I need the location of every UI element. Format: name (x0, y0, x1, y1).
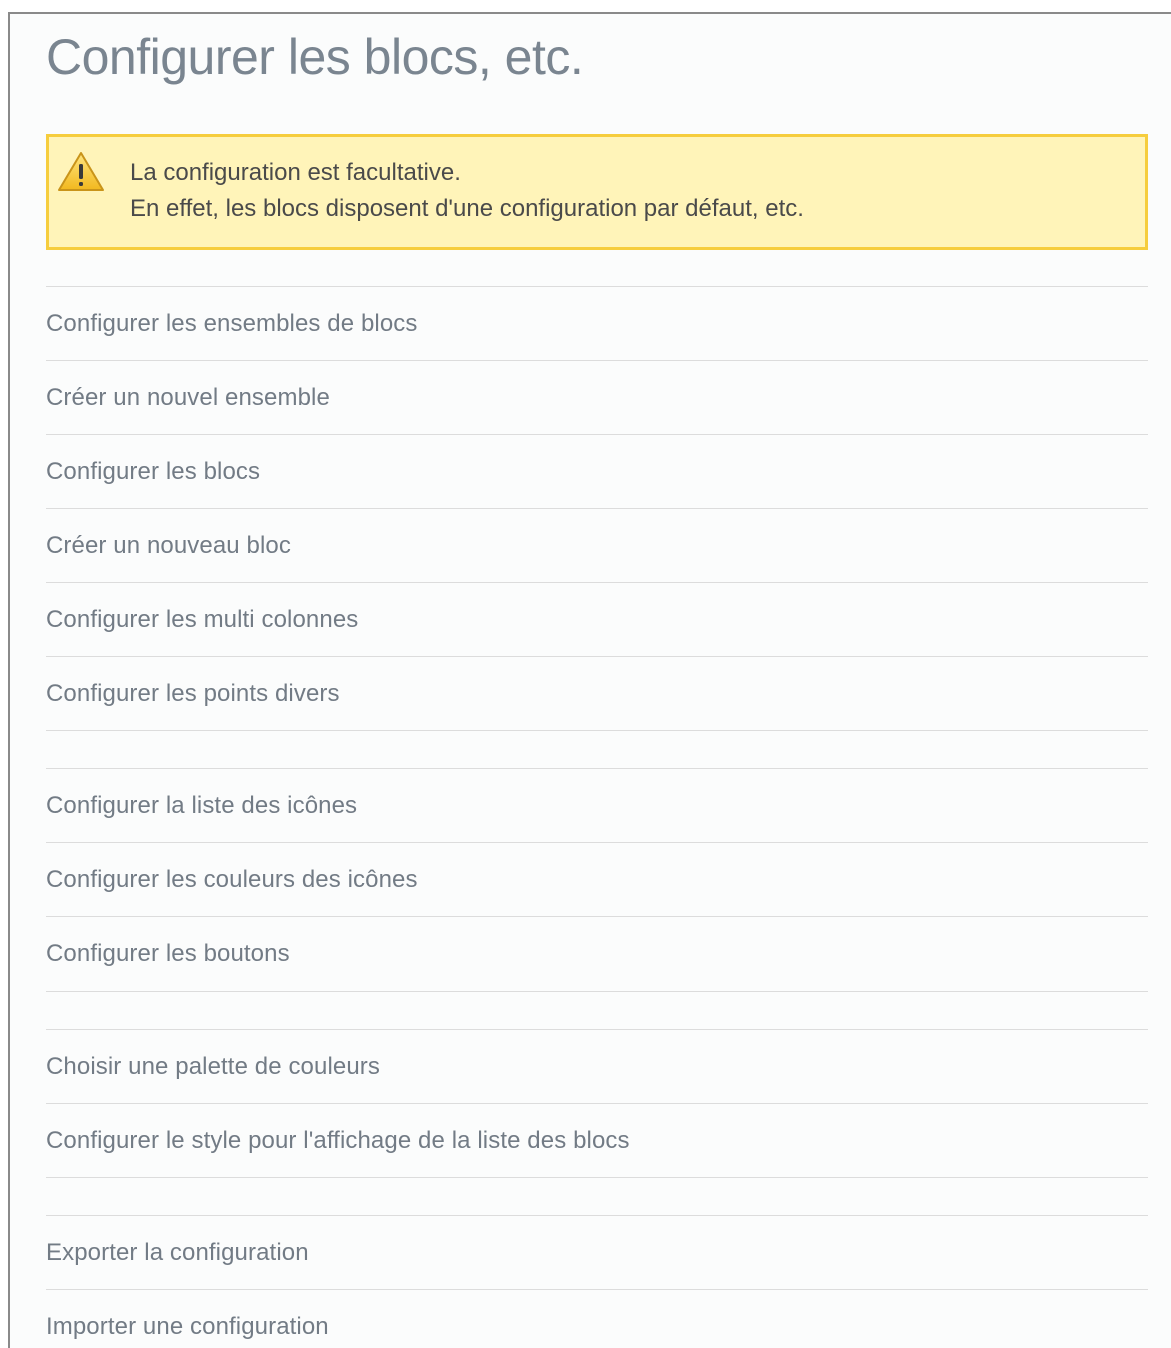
warning-triangle-icon (58, 152, 104, 191)
divider (46, 1177, 1148, 1178)
divider (46, 730, 1148, 731)
link-configure-misc-points[interactable]: Configurer les points divers (46, 657, 1148, 730)
link-configure-buttons[interactable]: Configurer les boutons (46, 917, 1148, 990)
link-import-configuration[interactable]: Importer une configuration (46, 1290, 1148, 1348)
link-export-configuration[interactable]: Exporter la configuration (46, 1216, 1148, 1289)
link-configure-blocks[interactable]: Configurer les blocs (46, 435, 1148, 508)
content-panel: Configurer les blocs, etc. La configurat… (8, 12, 1171, 1348)
link-configure-block-list-style[interactable]: Configurer le style pour l'affichage de … (46, 1104, 1148, 1177)
link-create-new-block[interactable]: Créer un nouveau bloc (46, 509, 1148, 582)
divider (46, 991, 1148, 992)
link-choose-color-palette[interactable]: Choisir une palette de couleurs (46, 1030, 1148, 1103)
warning-text-line-1: La configuration est facultative. (130, 159, 461, 186)
warning-text-line-2: En effet, les blocs disposent d'une conf… (130, 195, 804, 222)
link-configure-icon-colors[interactable]: Configurer les couleurs des icônes (46, 843, 1148, 916)
page-title: Configurer les blocs, etc. (46, 29, 584, 85)
link-configure-icon-list[interactable]: Configurer la liste des icônes (46, 769, 1148, 842)
link-configure-block-sets[interactable]: Configurer les ensembles de blocs (46, 287, 1148, 360)
link-create-new-set[interactable]: Créer un nouvel ensemble (46, 361, 1148, 434)
warning-message: La configuration est facultative. En eff… (46, 134, 1148, 250)
link-configure-multi-columns[interactable]: Configurer les multi colonnes (46, 583, 1148, 656)
